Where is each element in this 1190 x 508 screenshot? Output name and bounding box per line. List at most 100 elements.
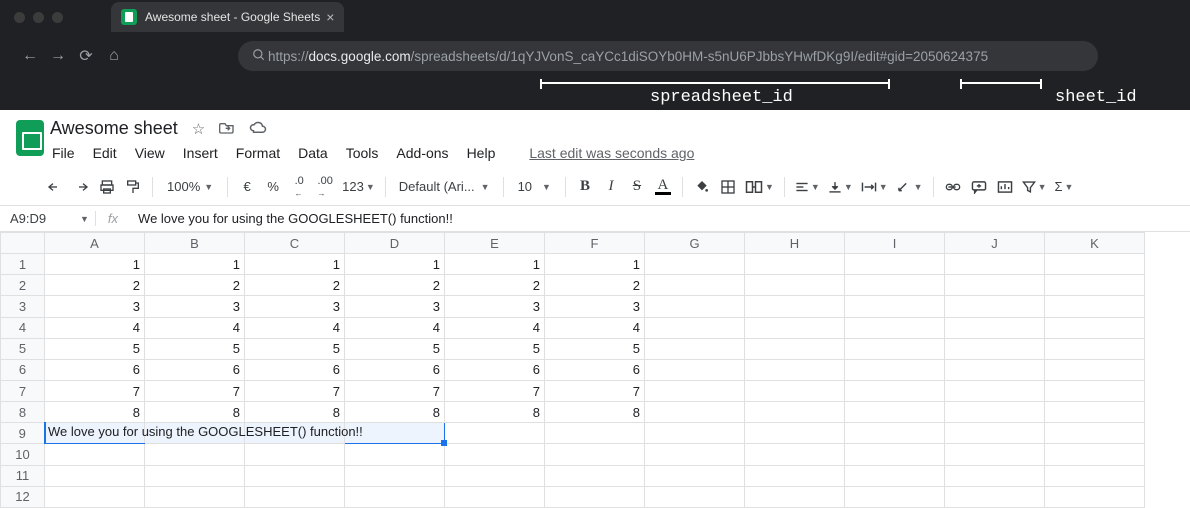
italic-button[interactable]: I: [600, 174, 622, 200]
cell-C10[interactable]: [245, 444, 345, 465]
cell-D1[interactable]: 1: [345, 254, 445, 275]
font-select[interactable]: Default (Ari...▼: [394, 176, 495, 197]
functions-icon[interactable]: Σ▼: [1053, 174, 1076, 200]
cell-H9[interactable]: [745, 423, 845, 444]
doc-title[interactable]: Awesome sheet: [50, 118, 178, 139]
col-header-F[interactable]: F: [545, 233, 645, 254]
cell-C5[interactable]: 5: [245, 338, 345, 359]
cloud-icon[interactable]: [249, 120, 267, 138]
row-header-7[interactable]: 7: [1, 380, 45, 401]
cell-G1[interactable]: [645, 254, 745, 275]
cell-B7[interactable]: 7: [145, 380, 245, 401]
cell-C7[interactable]: 7: [245, 380, 345, 401]
cell-J5[interactable]: [945, 338, 1045, 359]
cell-E10[interactable]: [445, 444, 545, 465]
v-align-icon[interactable]: ▼: [826, 174, 855, 200]
cell-C6[interactable]: 6: [245, 359, 345, 380]
cell-A4[interactable]: 4: [45, 317, 145, 338]
row-header-10[interactable]: 10: [1, 444, 45, 465]
cell-F12[interactable]: [545, 486, 645, 507]
cell-C1[interactable]: 1: [245, 254, 345, 275]
cell-K5[interactable]: [1045, 338, 1145, 359]
col-header-A[interactable]: A: [45, 233, 145, 254]
col-header-J[interactable]: J: [945, 233, 1045, 254]
cell-D3[interactable]: 3: [345, 296, 445, 317]
cell-J2[interactable]: [945, 275, 1045, 296]
cell-H8[interactable]: [745, 402, 845, 423]
cell-B12[interactable]: [145, 486, 245, 507]
cell-I7[interactable]: [845, 380, 945, 401]
cell-E1[interactable]: 1: [445, 254, 545, 275]
move-icon[interactable]: [219, 120, 235, 138]
menu-insert[interactable]: Insert: [183, 145, 218, 161]
cell-F9[interactable]: [545, 423, 645, 444]
menu-format[interactable]: Format: [236, 145, 280, 161]
cell-K2[interactable]: [1045, 275, 1145, 296]
link-icon[interactable]: [942, 174, 964, 200]
cell-I10[interactable]: [845, 444, 945, 465]
cell-B10[interactable]: [145, 444, 245, 465]
cell-A7[interactable]: 7: [45, 380, 145, 401]
cell-H1[interactable]: [745, 254, 845, 275]
col-header-D[interactable]: D: [345, 233, 445, 254]
row-header-4[interactable]: 4: [1, 317, 45, 338]
cell-H10[interactable]: [745, 444, 845, 465]
browser-tab[interactable]: Awesome sheet - Google Sheets ×: [111, 2, 344, 32]
cell-H4[interactable]: [745, 317, 845, 338]
row-header-11[interactable]: 11: [1, 465, 45, 486]
cell-A10[interactable]: [45, 444, 145, 465]
cell-F7[interactable]: 7: [545, 380, 645, 401]
cell-J9[interactable]: [945, 423, 1045, 444]
strike-button[interactable]: S: [626, 174, 648, 200]
cell-E3[interactable]: 3: [445, 296, 545, 317]
cell-J3[interactable]: [945, 296, 1045, 317]
decrease-decimal[interactable]: .0←: [288, 174, 310, 200]
format-percent[interactable]: %: [262, 174, 284, 200]
cell-G2[interactable]: [645, 275, 745, 296]
cell-E8[interactable]: 8: [445, 402, 545, 423]
spreadsheet-grid[interactable]: ABCDEFGHIJK11111112222222333333344444445…: [0, 232, 1190, 508]
col-header-G[interactable]: G: [645, 233, 745, 254]
cell-G6[interactable]: [645, 359, 745, 380]
cell-F3[interactable]: 3: [545, 296, 645, 317]
cell-A6[interactable]: 6: [45, 359, 145, 380]
cell-J4[interactable]: [945, 317, 1045, 338]
cell-E12[interactable]: [445, 486, 545, 507]
cell-K12[interactable]: [1045, 486, 1145, 507]
cell-C2[interactable]: 2: [245, 275, 345, 296]
cell-K4[interactable]: [1045, 317, 1145, 338]
menu-file[interactable]: File: [52, 145, 75, 161]
cell-I2[interactable]: [845, 275, 945, 296]
menu-data[interactable]: Data: [298, 145, 328, 161]
col-header-E[interactable]: E: [445, 233, 545, 254]
cell-B1[interactable]: 1: [145, 254, 245, 275]
cell-E6[interactable]: 6: [445, 359, 545, 380]
cell-C11[interactable]: [245, 465, 345, 486]
cell-I11[interactable]: [845, 465, 945, 486]
chevron-down-icon[interactable]: ▼: [80, 214, 95, 224]
back-icon[interactable]: ←: [16, 47, 44, 65]
cell-D8[interactable]: 8: [345, 402, 445, 423]
window-close-dot[interactable]: [14, 12, 25, 23]
text-color-button[interactable]: A: [652, 174, 674, 200]
cell-F4[interactable]: 4: [545, 317, 645, 338]
cell-C12[interactable]: [245, 486, 345, 507]
menu-addons[interactable]: Add-ons: [396, 145, 448, 161]
cell-I6[interactable]: [845, 359, 945, 380]
cell-F11[interactable]: [545, 465, 645, 486]
bold-button[interactable]: B: [574, 174, 596, 200]
merge-cells-icon[interactable]: ▼: [743, 174, 776, 200]
borders-icon[interactable]: [717, 174, 739, 200]
home-icon[interactable]: ⌂: [100, 47, 128, 65]
menu-edit[interactable]: Edit: [93, 145, 117, 161]
cell-K8[interactable]: [1045, 402, 1145, 423]
cell-H3[interactable]: [745, 296, 845, 317]
cell-B5[interactable]: 5: [145, 338, 245, 359]
cell-F1[interactable]: 1: [545, 254, 645, 275]
cell-D6[interactable]: 6: [345, 359, 445, 380]
cell-A8[interactable]: 8: [45, 402, 145, 423]
cell-B3[interactable]: 3: [145, 296, 245, 317]
cell-H7[interactable]: [745, 380, 845, 401]
filter-icon[interactable]: ▼: [1020, 174, 1049, 200]
fill-color-icon[interactable]: [691, 174, 713, 200]
